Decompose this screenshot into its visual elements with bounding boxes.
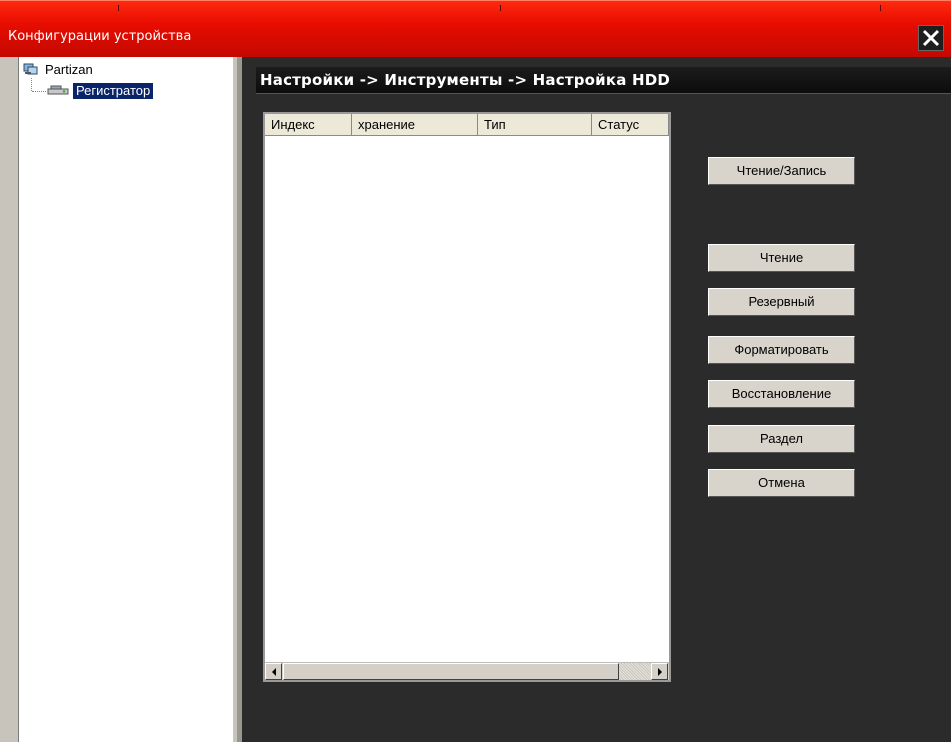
dvr-device-icon (47, 85, 69, 95)
read-write-button[interactable]: Чтение/Запись (708, 157, 855, 185)
close-icon (922, 29, 940, 47)
device-tree: Partizan Регистратор (18, 57, 233, 742)
close-button[interactable] (918, 25, 944, 51)
title-tick-mark (500, 5, 501, 11)
scroll-track[interactable] (619, 663, 651, 680)
breadcrumb: Настройки -> Инструменты -> Настройка HD… (260, 71, 671, 89)
cancel-button[interactable]: Отмена (708, 469, 855, 497)
column-header-status[interactable]: Статус (592, 114, 669, 136)
title-tick-mark (118, 5, 119, 11)
table-header: Индекс хранение Тип Статус (265, 114, 669, 136)
column-header-storage[interactable]: хранение (352, 114, 478, 136)
window-title: Конфигурации устройства (8, 29, 192, 44)
partition-button[interactable]: Раздел (708, 425, 855, 453)
scroll-right-button[interactable] (651, 663, 668, 680)
arrow-right-icon (657, 667, 662, 676)
network-icon (23, 63, 38, 75)
tree-connector (31, 78, 32, 91)
breadcrumb-bar: Настройки -> Инструменты -> Настройка HD… (256, 67, 951, 94)
format-button[interactable]: Форматировать (708, 336, 855, 364)
tree-node-partizan[interactable]: Partizan (23, 61, 93, 77)
title-tick-mark (880, 5, 881, 11)
arrow-left-icon (271, 667, 276, 676)
restore-button[interactable]: Восстановление (708, 380, 855, 408)
scroll-thumb[interactable] (283, 663, 619, 680)
backup-button[interactable]: Резервный (708, 288, 855, 316)
horizontal-scrollbar[interactable] (265, 662, 669, 680)
scroll-left-button[interactable] (265, 663, 282, 680)
tree-connector (32, 91, 46, 92)
tree-child-label: Регистратор (73, 83, 154, 99)
read-button[interactable]: Чтение (708, 244, 855, 272)
hdd-table[interactable]: Индекс хранение Тип Статус (263, 112, 671, 682)
column-header-type[interactable]: Тип (478, 114, 592, 136)
main-panel: Настройки -> Инструменты -> Настройка HD… (242, 57, 951, 742)
tree-node-recorder[interactable]: Регистратор (47, 82, 154, 100)
title-bar: Конфигурации устройства (0, 0, 951, 57)
column-header-index[interactable]: Индекс (265, 114, 352, 136)
tree-root-label: Partizan (45, 61, 93, 77)
